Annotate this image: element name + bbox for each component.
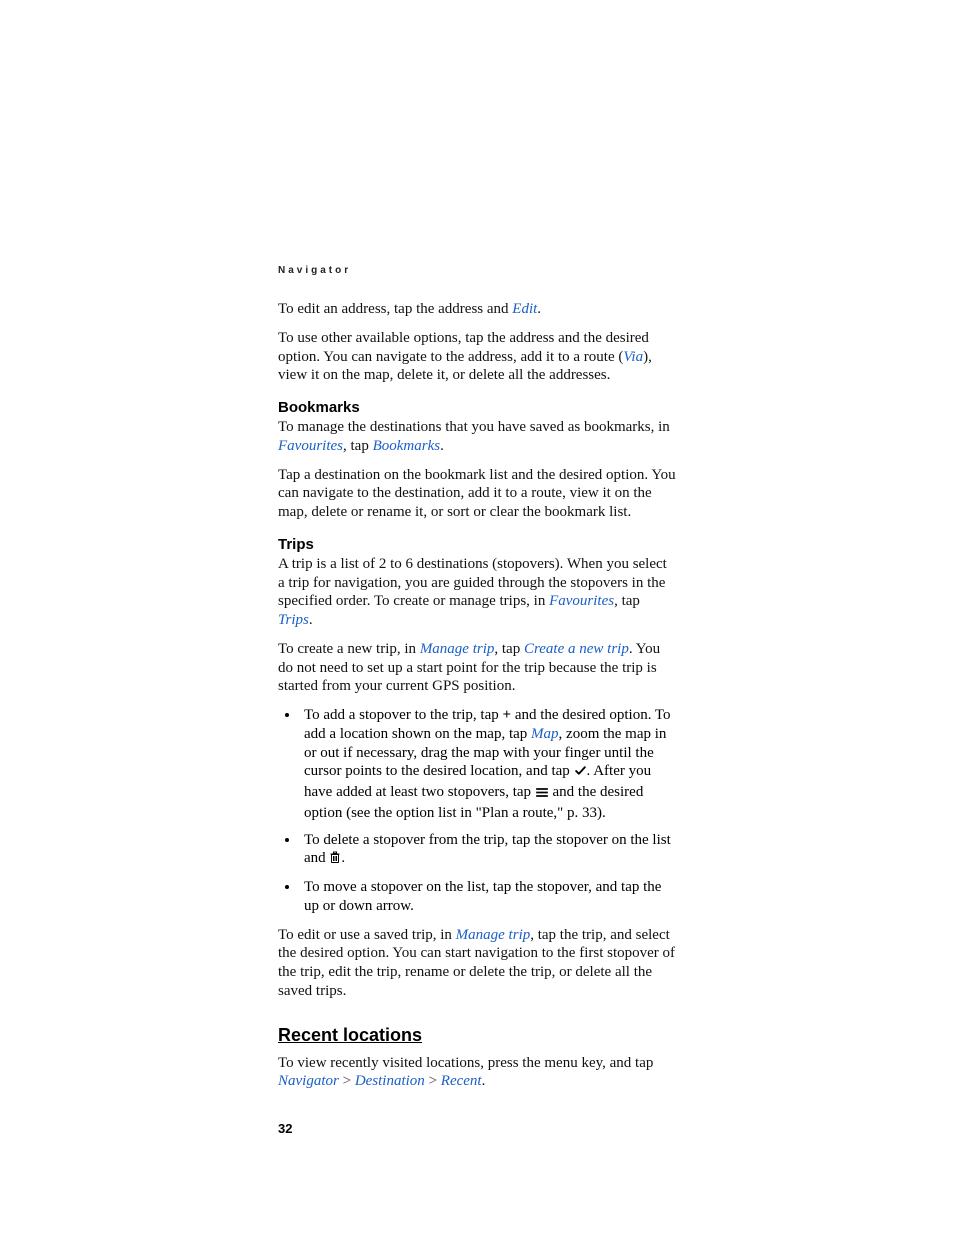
para-trips-intro: A trip is a list of 2 to 6 destinations … xyxy=(278,555,676,630)
text: To view recently visited locations, pres… xyxy=(278,1055,653,1071)
para-bookmarks-intro: To manage the destinations that you have… xyxy=(278,418,676,456)
keyword-manage-trip: Manage trip xyxy=(420,641,495,657)
plus-symbol: + xyxy=(503,707,512,723)
text: , tap xyxy=(614,593,640,609)
para-edit-saved: To edit or use a saved trip, in Manage t… xyxy=(278,926,676,1001)
keyword-via: Via xyxy=(623,349,643,365)
subhead-bookmarks: Bookmarks xyxy=(278,399,676,416)
text: To manage the destinations that you have… xyxy=(278,419,670,435)
text: . xyxy=(309,612,313,628)
text: . xyxy=(537,301,541,317)
list-item: To add a stopover to the trip, tap + and… xyxy=(300,706,676,823)
text: . xyxy=(341,850,345,866)
keyword-favourites: Favourites xyxy=(549,593,614,609)
bullet-list: To add a stopover to the trip, tap + and… xyxy=(278,706,676,916)
keyword-manage-trip: Manage trip xyxy=(456,927,531,943)
text: To delete a stopover from the trip, tap … xyxy=(304,832,671,867)
keyword-trips: Trips xyxy=(278,612,309,628)
para-edit-address: To edit an address, tap the address and … xyxy=(278,300,676,319)
keyword-destination: Destination xyxy=(355,1073,425,1089)
keyword-bookmarks: Bookmarks xyxy=(373,438,441,454)
text: To create a new trip, in xyxy=(278,641,420,657)
text: To edit or use a saved trip, in xyxy=(278,927,456,943)
breadcrumb-chevron: > xyxy=(425,1073,441,1089)
keyword-favourites: Favourites xyxy=(278,438,343,454)
para-recent: To view recently visited locations, pres… xyxy=(278,1054,676,1092)
document-page: Navigator To edit an address, tap the ad… xyxy=(278,265,676,1136)
menu-icon xyxy=(535,785,549,804)
text: . xyxy=(440,438,444,454)
breadcrumb-chevron: > xyxy=(339,1073,355,1089)
running-header: Navigator xyxy=(278,265,676,276)
list-item: To move a stopover on the list, tap the … xyxy=(300,878,676,916)
section-recent-locations: Recent locations xyxy=(278,1025,676,1046)
para-options: To use other available options, tap the … xyxy=(278,329,676,385)
trash-icon xyxy=(329,851,341,870)
keyword-navigator: Navigator xyxy=(278,1073,339,1089)
para-new-trip: To create a new trip, in Manage trip, ta… xyxy=(278,640,676,696)
text: To edit an address, tap the address and xyxy=(278,301,512,317)
keyword-recent: Recent xyxy=(441,1073,482,1089)
page-number: 32 xyxy=(278,1121,676,1136)
keyword-map: Map xyxy=(531,726,559,742)
text: To use other available options, tap the … xyxy=(278,330,649,365)
keyword-create-new-trip: Create a new trip xyxy=(524,641,629,657)
text: To add a stopover to the trip, tap xyxy=(304,707,503,723)
text: , tap xyxy=(343,438,373,454)
text: , tap xyxy=(494,641,524,657)
check-icon xyxy=(574,764,587,783)
subhead-trips: Trips xyxy=(278,536,676,553)
keyword-edit: Edit xyxy=(512,301,537,317)
list-item: To delete a stopover from the trip, tap … xyxy=(300,831,676,871)
text: . xyxy=(482,1073,486,1089)
para-bookmarks-tap: Tap a destination on the bookmark list a… xyxy=(278,466,676,522)
